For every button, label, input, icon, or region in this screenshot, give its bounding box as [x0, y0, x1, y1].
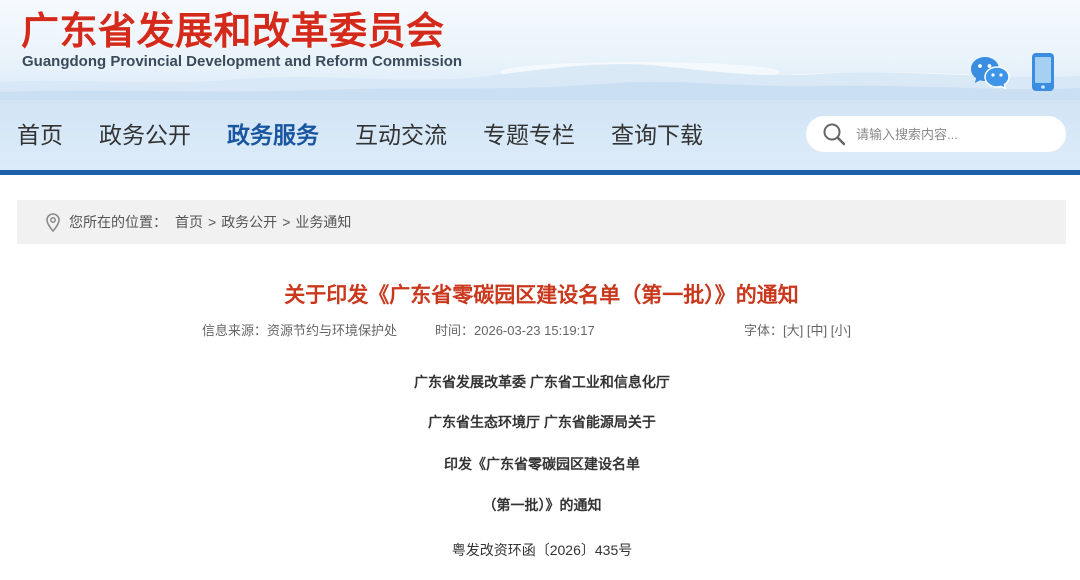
font-size-medium-link[interactable]: [中]	[807, 323, 827, 338]
site-logo[interactable]: 广东省发展和改革委员会 Guangdong Provincial Develop…	[0, 0, 490, 80]
breadcrumb-link-business-notices[interactable]: 业务通知	[295, 214, 351, 230]
wechat-icon[interactable]	[970, 55, 1010, 89]
document-heading-line: 广东省生态环境厅 广东省能源局关于	[428, 414, 656, 430]
search-input[interactable]	[856, 116, 1056, 152]
breadcrumb-separator: >	[282, 214, 291, 230]
article-time: 时间：2026-03-23 15:19:17	[435, 322, 595, 340]
site-header: 广东省发展和改革委员会 Guangdong Provincial Develop…	[0, 0, 1080, 100]
nav-list: 首页 政务公开 政务服务 互动交流 专题专栏 查询下载	[17, 100, 703, 170]
nav-item-home[interactable]: 首页	[17, 100, 63, 170]
breadcrumb: 您所在的位置： 首页 > 政务公开 > 业务通知	[17, 200, 1066, 244]
nav-item-special-topics[interactable]: 专题专栏	[483, 100, 575, 170]
font-size-control: 字体：[大] [中] [小]	[744, 322, 851, 340]
mobile-phone-icon[interactable]	[1031, 52, 1055, 92]
nav-item-interaction[interactable]: 互动交流	[355, 100, 447, 170]
document-number: 粤发改资环函〔2026〕435号	[451, 542, 633, 558]
breadcrumb-link-government-affairs-disclosure[interactable]: 政务公开	[221, 214, 277, 230]
document-heading-line: 印发《广东省零碳园区建设名单	[444, 456, 640, 472]
font-size-large-link[interactable]: [大]	[783, 323, 803, 338]
source-label: 信息来源：	[202, 323, 268, 338]
time-value: 2026-03-23 15:19:17	[474, 323, 595, 338]
search-icon[interactable]	[822, 122, 846, 146]
article-title: 关于印发《广东省零碳园区建设名单（第一批）》的通知	[284, 284, 799, 307]
site-subtitle: Guangdong Provincial Development and Ref…	[22, 53, 463, 70]
breadcrumb-prefix: 您所在的位置：	[69, 214, 167, 230]
time-label: 时间：	[435, 323, 475, 338]
font-size-small-link[interactable]: [小]	[831, 323, 851, 338]
main-nav: 首页 政务公开 政务服务 互动交流 专题专栏 查询下载	[0, 100, 1080, 170]
site-title: 广东省发展和改革委员会	[21, 11, 445, 53]
breadcrumb-trail: 您所在的位置： 首页 > 政务公开 > 业务通知	[69, 200, 351, 244]
source-value: 资源节约与环境保护处	[267, 323, 398, 338]
breadcrumb-separator: >	[208, 214, 217, 230]
nav-item-government-affairs-disclosure[interactable]: 政务公开	[99, 100, 191, 170]
document-heading-line: 广东省发展改革委 广东省工业和信息化厅	[414, 374, 670, 390]
font-size-label: 字体：	[744, 323, 784, 338]
document-heading-line: （第一批）》的通知	[482, 497, 602, 513]
nav-item-government-services[interactable]: 政务服务	[227, 100, 319, 170]
article-source: 信息来源：资源节约与环境保护处	[202, 322, 397, 340]
location-pin-icon	[46, 213, 60, 232]
nav-item-query-download[interactable]: 查询下载	[611, 100, 703, 170]
breadcrumb-link-home[interactable]: 首页	[175, 214, 203, 230]
search-box	[806, 116, 1066, 152]
article-meta: 信息来源：资源节约与环境保护处 时间：2026-03-23 15:19:17 字…	[0, 322, 1080, 340]
nav-bottom-bar	[0, 170, 1080, 175]
